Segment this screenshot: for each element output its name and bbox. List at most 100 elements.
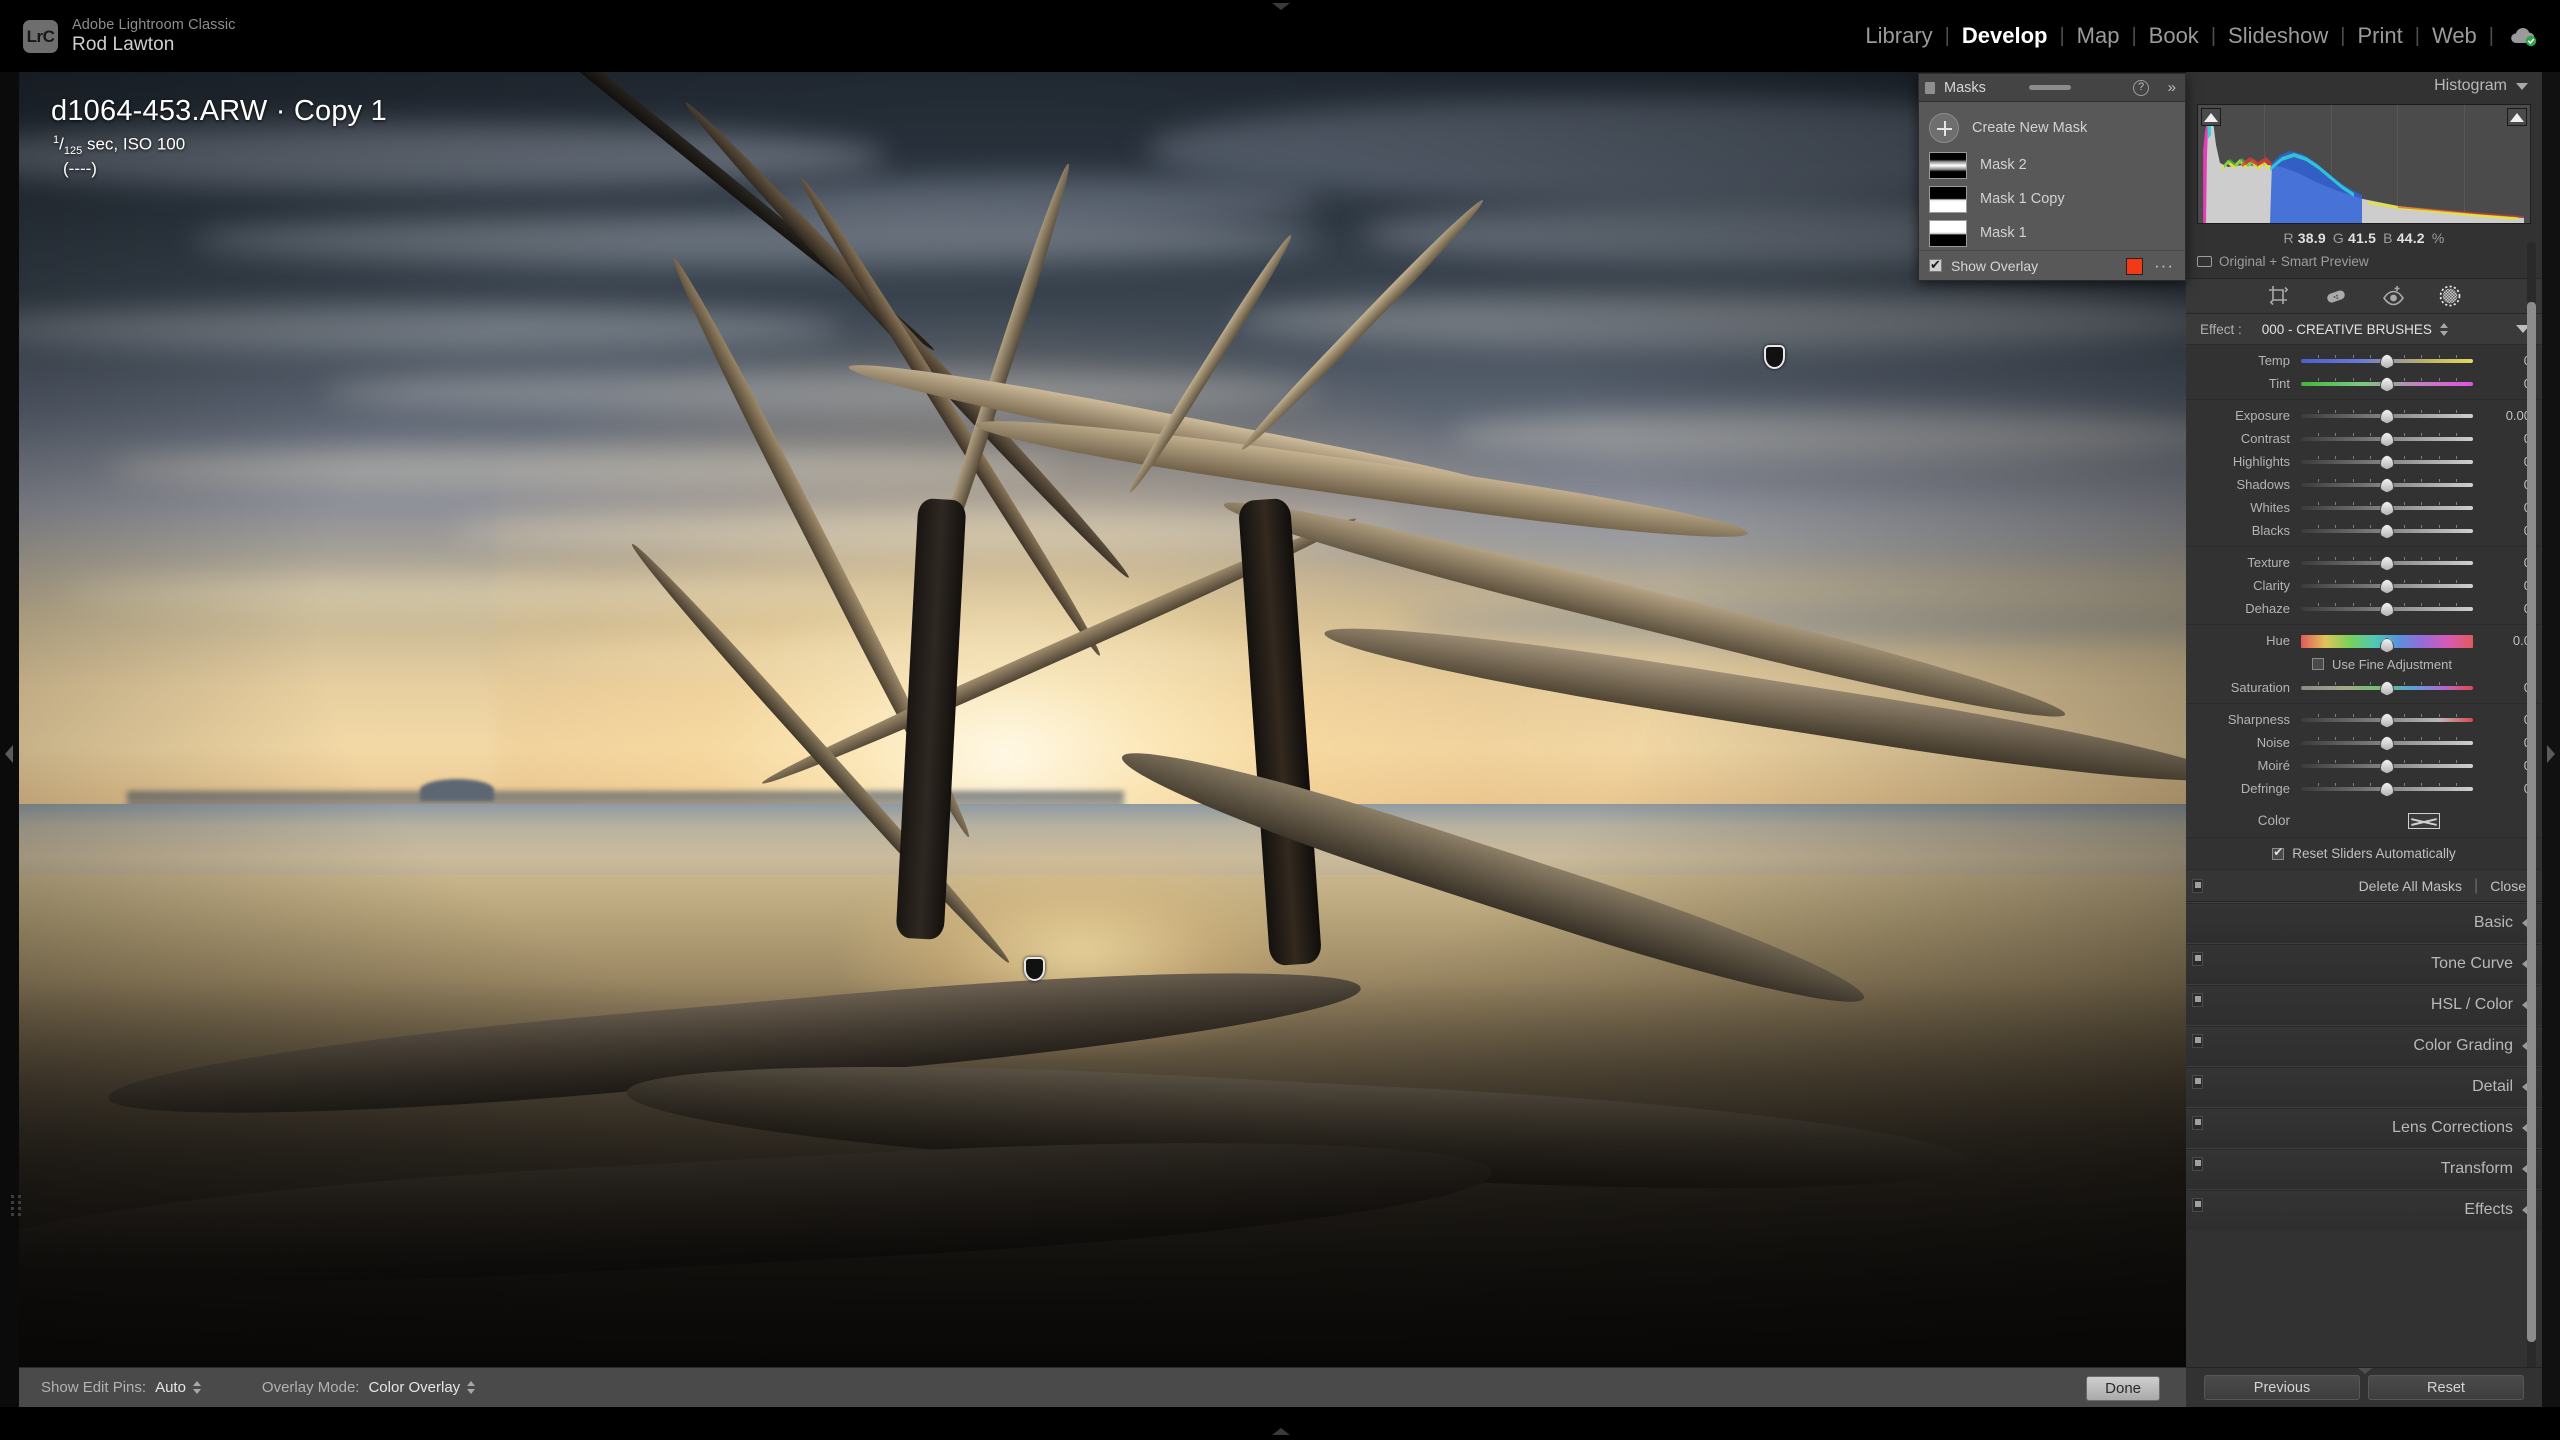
slider-value[interactable]: 0.00 (2479, 408, 2531, 423)
section-switch-icon[interactable] (2192, 993, 2203, 1007)
panel-section-lens-corrections[interactable]: Lens Corrections (2186, 1107, 2542, 1148)
slider-value[interactable]: 0.0 (2479, 633, 2531, 648)
slider-value[interactable]: 0 (2479, 735, 2531, 750)
section-switch-icon[interactable] (2192, 1075, 2203, 1089)
right-panel-scrollbar[interactable] (2527, 242, 2536, 1367)
slider-value[interactable]: 0 (2479, 712, 2531, 727)
masks-panel-switch-icon[interactable] (1925, 82, 1935, 94)
effect-stepper-icon[interactable] (2440, 322, 2449, 337)
color-picker-swatch-icon[interactable] (2408, 813, 2440, 829)
slider-value[interactable]: 0 (2479, 523, 2531, 538)
module-library[interactable]: Library (1853, 22, 1944, 50)
effect-preset-value[interactable]: 000 - CREATIVE BRUSHES (2262, 322, 2432, 337)
slider-track-hue[interactable] (2301, 633, 2473, 649)
panel-section-detail[interactable]: Detail (2186, 1066, 2542, 1107)
slider-track-texture[interactable] (2301, 555, 2473, 571)
module-web[interactable]: Web (2420, 22, 2489, 50)
show-overlay-checkbox[interactable] (1929, 259, 1942, 272)
panel-section-effects[interactable]: Effects (2186, 1189, 2542, 1230)
chevron-double-right-icon[interactable]: » (2168, 79, 2176, 96)
slider-value[interactable]: 0 (2479, 376, 2531, 391)
slider-track-moir-[interactable] (2301, 758, 2473, 774)
panel-section-hsl-color[interactable]: HSL / Color (2186, 984, 2542, 1025)
panel-section-basic[interactable]: Basic (2186, 902, 2542, 943)
slider-track-temp[interactable] (2301, 353, 2473, 369)
module-book[interactable]: Book (2137, 22, 2211, 50)
module-print[interactable]: Print (2346, 22, 2415, 50)
slider-value[interactable]: 0 (2479, 454, 2531, 469)
slider-value[interactable]: 0 (2479, 555, 2531, 570)
masks-panel-header[interactable]: Masks ? » (1919, 74, 2185, 102)
mask-pin[interactable] (1024, 957, 1045, 981)
mask-pin[interactable] (1764, 345, 1785, 369)
help-icon[interactable]: ? (2133, 80, 2149, 96)
slider-value[interactable]: 0 (2479, 758, 2531, 773)
slider-track-saturation[interactable] (2301, 680, 2473, 696)
filmstrip-toggle-caret-icon[interactable] (1272, 1428, 1290, 1435)
delete-all-masks-button[interactable]: Delete All Masks (2359, 878, 2462, 894)
section-switch-icon[interactable] (2192, 1198, 2203, 1212)
show-edit-pins-stepper-icon[interactable] (193, 1380, 202, 1395)
use-fine-adjustment-label[interactable]: Use Fine Adjustment (2332, 657, 2452, 672)
red-eye-correction-icon[interactable] (2381, 284, 2405, 308)
right-panel-toggle-icon[interactable] (2547, 745, 2555, 763)
overlay-color-swatch[interactable] (2126, 258, 2143, 275)
shadow-clipping-icon[interactable] (2201, 108, 2221, 126)
top-panel-toggle-caret-icon[interactable] (1272, 3, 1290, 10)
reset-button[interactable]: Reset (2368, 1375, 2524, 1400)
previous-button[interactable]: Previous (2204, 1375, 2360, 1400)
slider-value[interactable]: 0 (2479, 680, 2531, 695)
masks-panel-drag-handle[interactable] (2029, 85, 2071, 90)
show-edit-pins-value[interactable]: Auto (155, 1379, 186, 1396)
reset-sliders-checkbox[interactable] (2272, 848, 2284, 860)
masks-panel[interactable]: Masks ? » Create New Mask Mask 2 Mask 1 … (1918, 73, 2186, 281)
close-masks-button[interactable]: Close (2490, 878, 2526, 894)
slider-track-clarity[interactable] (2301, 578, 2473, 594)
section-switch-icon[interactable] (2192, 1034, 2203, 1048)
mask-list-item[interactable]: Mask 1 Copy (1919, 182, 2185, 216)
slider-track-blacks[interactable] (2301, 523, 2473, 539)
photo-image[interactable]: d1064-453.ARW · Copy 1 1/125 sec, ISO 10… (19, 72, 2186, 1367)
module-develop[interactable]: Develop (1950, 22, 2060, 50)
slider-track-dehaze[interactable] (2301, 601, 2473, 617)
panel-section-tone-curve[interactable]: Tone Curve (2186, 943, 2542, 984)
slider-value[interactable]: 0 (2479, 431, 2531, 446)
slider-value[interactable]: 0 (2479, 781, 2531, 796)
histogram-section-header[interactable]: Histogram (2186, 72, 2542, 100)
left-panel-grip-icon[interactable] (11, 1195, 22, 1216)
section-switch-icon[interactable] (2192, 1116, 2203, 1130)
slider-track-defringe[interactable] (2301, 781, 2473, 797)
slider-value[interactable]: 0 (2479, 477, 2531, 492)
highlight-clipping-icon[interactable] (2507, 108, 2527, 126)
ellipsis-icon[interactable]: ··· (2154, 256, 2174, 276)
right-panel-caret-icon[interactable] (2358, 1368, 2372, 1374)
mask-list-item[interactable]: Mask 1 (1919, 216, 2185, 250)
slider-value[interactable]: 0 (2479, 601, 2531, 616)
panel-section-transform[interactable]: Transform (2186, 1148, 2542, 1189)
done-button[interactable]: Done (2086, 1376, 2160, 1401)
use-fine-adjustment-checkbox[interactable] (2312, 658, 2324, 670)
panel-section-color-grading[interactable]: Color Grading (2186, 1025, 2542, 1066)
overlay-mode-stepper-icon[interactable] (467, 1380, 476, 1395)
masking-icon[interactable] (2438, 284, 2462, 308)
slider-track-tint[interactable] (2301, 376, 2473, 392)
slider-track-contrast[interactable] (2301, 431, 2473, 447)
slider-track-highlights[interactable] (2301, 454, 2473, 470)
mask-list-item[interactable]: Mask 2 (1919, 148, 2185, 182)
slider-track-shadows[interactable] (2301, 477, 2473, 493)
left-panel-toggle-icon[interactable] (5, 745, 13, 763)
healing-brush-icon[interactable] (2324, 284, 2348, 308)
module-map[interactable]: Map (2065, 22, 2132, 50)
triangle-down-icon[interactable] (2516, 83, 2528, 90)
slider-track-exposure[interactable] (2301, 408, 2473, 424)
slider-value[interactable]: 0 (2479, 500, 2531, 515)
cloud-sync-icon[interactable] (2508, 24, 2538, 48)
slider-track-sharpness[interactable] (2301, 712, 2473, 728)
overlay-mode-value[interactable]: Color Overlay (368, 1379, 460, 1396)
slider-track-whites[interactable] (2301, 500, 2473, 516)
slider-value[interactable]: 0 (2479, 353, 2531, 368)
crop-overlay-icon[interactable] (2267, 284, 2291, 308)
slider-value[interactable]: 0 (2479, 578, 2531, 593)
create-new-mask-button[interactable]: Create New Mask (1919, 108, 2185, 148)
scrollbar-thumb[interactable] (2527, 302, 2536, 1342)
